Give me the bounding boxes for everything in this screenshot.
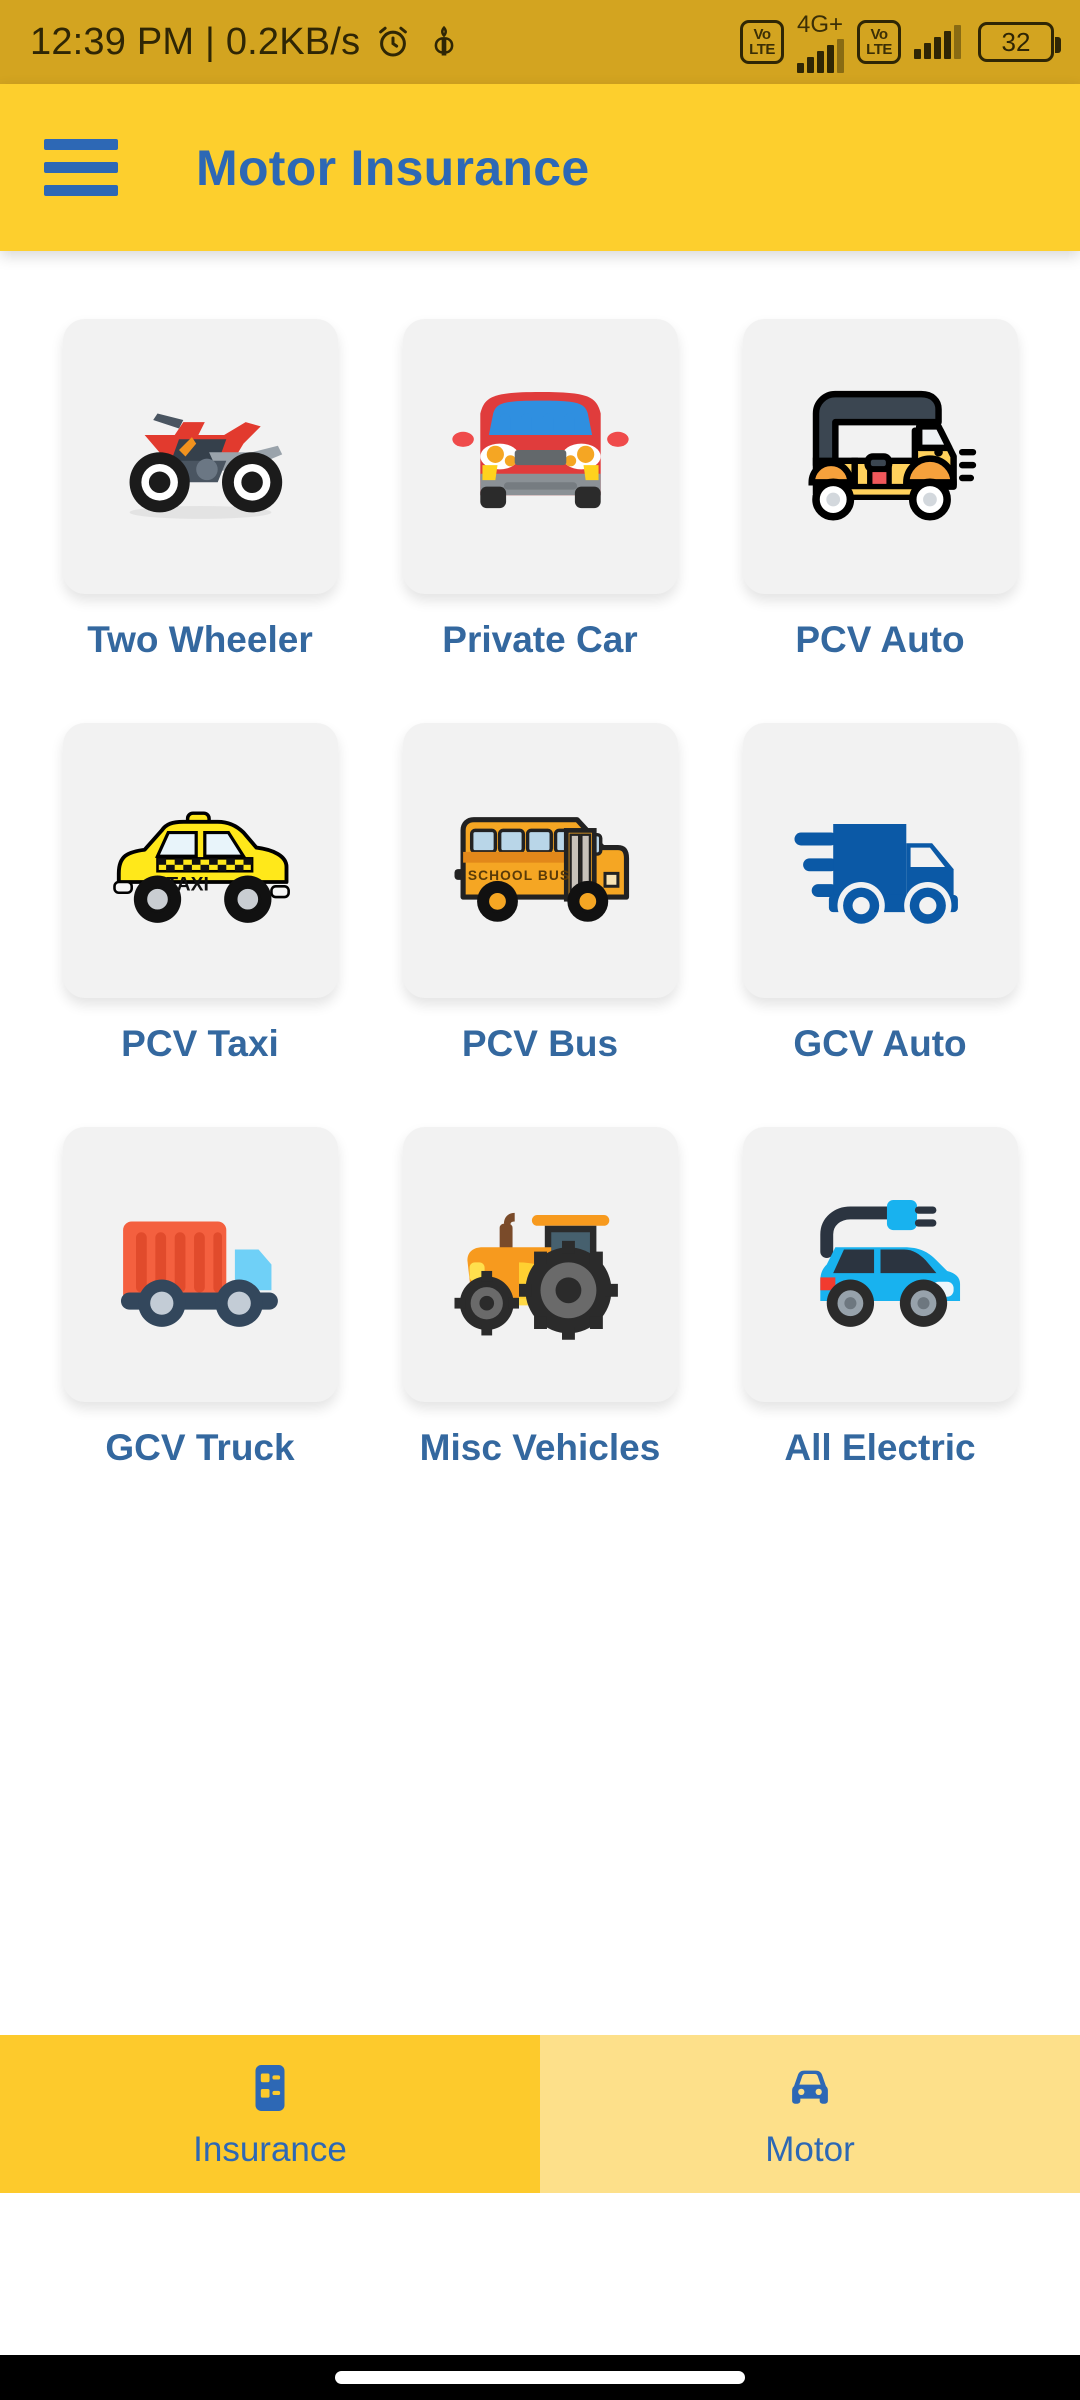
label-pcv-bus: PCV Bus	[461, 1023, 619, 1064]
electric-car-icon	[819, 1200, 960, 1327]
nav-label-insurance: Insurance	[193, 2129, 347, 2169]
label-all-electric: All Electric	[784, 1427, 976, 1468]
volte-bottom-text-2: LTE	[866, 41, 892, 58]
status-bar: 12:39 PM | 0.2KB/s Vo LTE 4G+ Vo LTE 32	[0, 0, 1080, 84]
network-type-label: 4G+	[797, 11, 844, 38]
volte-badge-sim1: Vo LTE	[740, 20, 784, 64]
grid-item-all-electric[interactable]: All Electric	[738, 1127, 1023, 1469]
grid-item-pcv-auto[interactable]: PCV Auto	[738, 319, 1023, 661]
nav-tab-insurance[interactable]: Insurance	[0, 2035, 540, 2193]
card-private-car[interactable]	[402, 319, 678, 594]
battery-percent-label: 32	[1001, 26, 1031, 57]
volte-top-text: Vo	[753, 26, 771, 43]
card-two-wheeler[interactable]	[62, 319, 338, 594]
status-bar-left: 12:39 PM | 0.2KB/s	[30, 21, 462, 64]
taxi-icon: TAXI	[112, 811, 290, 923]
grid-item-pcv-taxi[interactable]: TAXI PCV Taxi	[58, 723, 343, 1065]
label-two-wheeler: Two Wheeler	[87, 619, 313, 660]
battery-indicator: 32	[978, 22, 1061, 62]
label-pcv-taxi: PCV Taxi	[121, 1023, 279, 1064]
car-front-icon	[451, 392, 629, 509]
bus-sign-text: SCHOOL BUS	[467, 868, 569, 883]
hamburger-menu-icon[interactable]	[44, 139, 118, 196]
grid-item-two-wheeler[interactable]: Two Wheeler	[58, 319, 343, 661]
signal-bars-sim2	[914, 25, 961, 59]
car-front-nav-icon	[792, 2070, 828, 2104]
card-all-electric[interactable]	[742, 1127, 1018, 1402]
grid-item-misc-vehicles[interactable]: Misc Vehicles	[398, 1127, 683, 1469]
label-gcv-auto: GCV Auto	[793, 1023, 967, 1064]
volte-top-text-2: Vo	[870, 26, 888, 43]
gesture-home-pill[interactable]	[335, 2371, 745, 2384]
container-truck-icon	[120, 1221, 278, 1327]
tractor-icon	[454, 1212, 618, 1340]
alarm-clock-icon	[379, 26, 408, 57]
grid-item-gcv-auto[interactable]: GCV Auto	[738, 723, 1023, 1065]
signal-bars-sim1	[797, 39, 844, 73]
nav-bottom-spacer	[0, 2193, 1080, 2355]
status-bar-right: Vo LTE 4G+ Vo LTE 32	[740, 11, 1061, 73]
insurance-card-icon	[255, 2064, 285, 2111]
status-time-network: 12:39 PM | 0.2KB/s	[30, 20, 361, 63]
vehicle-category-grid: Two Wheeler Private Car PCV Auto TAXI PC…	[0, 319, 1080, 1469]
nav-label-motor: Motor	[765, 2129, 855, 2169]
grid-item-pcv-bus[interactable]: SCHOOL BUS PCV Bus	[398, 723, 683, 1065]
delivery-truck-icon	[794, 823, 958, 930]
nav-tab-motor[interactable]: Motor	[540, 2035, 1080, 2193]
card-pcv-taxi[interactable]: TAXI	[62, 723, 338, 998]
leaf-plant-icon	[434, 25, 454, 56]
label-gcv-truck: GCV Truck	[105, 1427, 295, 1468]
grid-item-gcv-truck[interactable]: GCV Truck	[58, 1127, 343, 1469]
system-gesture-bar	[0, 2355, 1080, 2400]
grid-item-private-car[interactable]: Private Car	[398, 319, 683, 661]
card-gcv-truck[interactable]	[62, 1127, 338, 1402]
network-indicator-sim1: 4G+	[797, 11, 844, 73]
motorcycle-icon	[129, 413, 282, 519]
label-misc-vehicles: Misc Vehicles	[419, 1427, 661, 1468]
volte-badge-sim2: Vo LTE	[857, 20, 901, 64]
card-pcv-auto[interactable]	[742, 319, 1018, 594]
card-misc-vehicles[interactable]	[402, 1127, 678, 1402]
page-title: Motor Insurance	[196, 139, 590, 196]
app-bar: Motor Insurance	[0, 84, 1080, 251]
label-pcv-auto: PCV Auto	[795, 619, 965, 660]
bottom-navigation: Insurance Motor	[0, 2035, 1080, 2193]
card-pcv-bus[interactable]: SCHOOL BUS	[402, 723, 678, 998]
main-content: Two Wheeler Private Car PCV Auto TAXI PC…	[0, 251, 1080, 2069]
school-bus-icon: SCHOOL BUS	[454, 817, 629, 922]
volte-bottom-text: LTE	[749, 41, 775, 58]
label-private-car: Private Car	[442, 619, 638, 660]
card-gcv-auto[interactable]	[742, 723, 1018, 998]
auto-rickshaw-icon	[807, 390, 976, 521]
